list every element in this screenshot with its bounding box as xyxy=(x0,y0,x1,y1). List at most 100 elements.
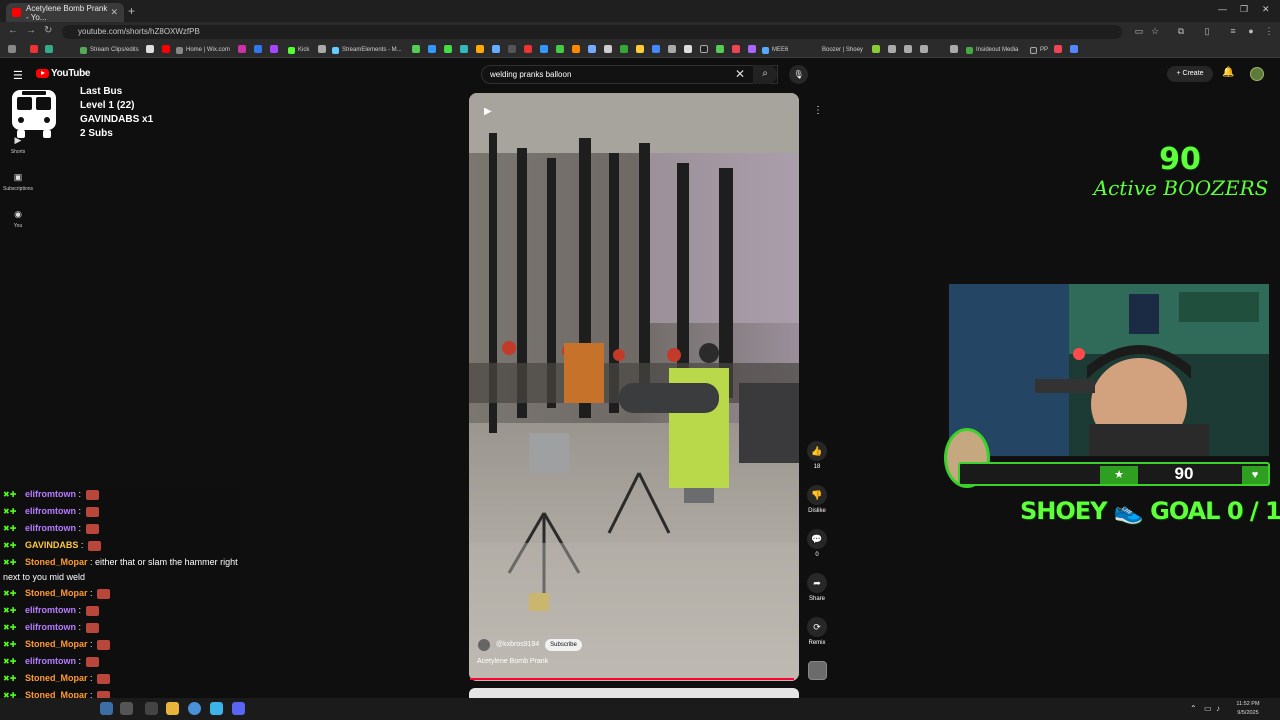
account-avatar[interactable] xyxy=(1250,67,1264,81)
bookmark-icon[interactable] xyxy=(492,45,500,53)
tiktok-icon[interactable] xyxy=(700,45,708,53)
search-input[interactable]: welding pranks balloon xyxy=(481,65,778,84)
maximize-button[interactable]: ❐ xyxy=(1240,4,1248,15)
bookmark-icon[interactable] xyxy=(732,45,740,53)
bookmark-icon[interactable] xyxy=(716,45,724,53)
taskbar-app-icon[interactable] xyxy=(210,702,223,715)
bookmark-insideout-media[interactable]: Insideout Media xyxy=(966,44,1018,56)
browser-tab[interactable]: Acetylene Bomb Prank - Yo... ✕ xyxy=(6,3,124,22)
channel-avatar[interactable] xyxy=(478,639,490,651)
taskbar-app-icon[interactable] xyxy=(120,702,133,715)
bookmark-icon[interactable] xyxy=(748,45,756,53)
bookmark-icon[interactable] xyxy=(668,45,676,53)
bookmark-icon[interactable] xyxy=(652,45,660,53)
nav-you[interactable]: ◉ You xyxy=(0,209,36,229)
like-button[interactable]: 👍 18 xyxy=(807,441,827,470)
network-icon[interactable]: ▭ xyxy=(1204,704,1212,713)
cast-icon[interactable]: ▭ xyxy=(1134,26,1144,36)
taskbar-app-icon[interactable] xyxy=(100,702,113,715)
bookmark-icon[interactable] xyxy=(684,45,692,53)
discord-icon[interactable] xyxy=(232,702,245,715)
bookmark-icon[interactable] xyxy=(872,45,880,53)
bookmark-mee6[interactable]: MEE6 xyxy=(762,44,788,56)
bookmark-star-icon[interactable]: ☆ xyxy=(1150,26,1160,36)
bookmark-icon[interactable] xyxy=(476,45,484,53)
bookmark-icon[interactable] xyxy=(920,45,928,53)
more-options-icon[interactable]: ⋮ xyxy=(813,105,823,116)
bookmark-icon[interactable] xyxy=(524,45,532,53)
chat-username[interactable]: Stoned_Mopar xyxy=(25,557,88,567)
bookmark-icon[interactable] xyxy=(318,45,326,53)
kebab-menu-icon[interactable]: ⋮ xyxy=(1264,26,1274,36)
notifications-bell-icon[interactable]: 🔔 xyxy=(1222,67,1234,78)
bookmark-icon[interactable] xyxy=(444,45,452,53)
volume-icon[interactable]: ♪ xyxy=(1216,704,1220,713)
youtube-logo[interactable]: YouTube xyxy=(36,68,91,79)
audio-thumbnail[interactable] xyxy=(808,661,827,680)
bookmark-icon[interactable] xyxy=(556,45,564,53)
menu-icon[interactable]: ≡ xyxy=(1228,26,1238,36)
sidebar-icon[interactable]: ▯ xyxy=(1202,26,1212,36)
create-button[interactable]: + Create xyxy=(1167,66,1213,82)
chat-username[interactable]: elifromtown xyxy=(25,523,76,533)
clear-search-icon[interactable]: ✕ xyxy=(735,67,745,81)
bookmark-icon[interactable] xyxy=(620,45,628,53)
bookmark-icon[interactable] xyxy=(636,45,644,53)
next-short-preview[interactable] xyxy=(469,688,799,698)
chat-username[interactable]: Stoned_Mopar xyxy=(25,588,88,598)
bookmark-stream-clips[interactable]: Stream Clips/edits xyxy=(80,44,139,56)
comments-button[interactable]: 💬 0 xyxy=(807,529,827,558)
remix-button[interactable]: ⟳ Remix xyxy=(807,617,827,646)
extensions-icon[interactable]: ⧉ xyxy=(1176,26,1186,36)
bookmark-icon[interactable] xyxy=(30,45,38,53)
subscribe-button[interactable]: Subscribe xyxy=(545,639,582,651)
bookmark-icon[interactable] xyxy=(572,45,580,53)
bookmark-kick[interactable]: Kick xyxy=(288,44,309,56)
share-button[interactable]: ➦ Share xyxy=(807,573,827,602)
play-pause-icon[interactable]: ▶ xyxy=(484,106,492,117)
voice-search-icon[interactable]: 🎙 xyxy=(789,65,808,84)
bookmark-icon[interactable] xyxy=(588,45,596,53)
taskbar-clock[interactable]: 11:52 PM 9/5/2025 xyxy=(1228,700,1268,718)
video-title[interactable]: Acetylene Bomb Prank xyxy=(477,658,548,665)
chat-username[interactable]: elifromtown xyxy=(25,506,76,516)
search-button[interactable]: ⌕ xyxy=(753,65,777,84)
shorts-video-player[interactable] xyxy=(469,93,799,681)
forward-icon[interactable]: → xyxy=(26,25,36,36)
apps-icon[interactable] xyxy=(8,45,16,53)
bookmark-icon[interactable] xyxy=(540,45,548,53)
bookmark-icon[interactable] xyxy=(1054,45,1062,53)
file-explorer-icon[interactable] xyxy=(166,702,179,715)
reload-icon[interactable]: ↻ xyxy=(44,25,52,36)
close-window-button[interactable]: ✕ xyxy=(1262,4,1270,15)
url-field[interactable]: youtube.com/shorts/hZ8OXWzfPB xyxy=(62,25,1122,39)
bookmark-icon[interactable] xyxy=(1070,45,1078,53)
bookmark-icon[interactable] xyxy=(508,45,516,53)
chat-username[interactable]: elifromtown xyxy=(25,656,76,666)
bookmark-wix[interactable]: Home | Wix.com xyxy=(176,44,230,56)
bookmark-icon[interactable] xyxy=(412,45,420,53)
chat-username[interactable]: elifromtown xyxy=(25,605,76,615)
chrome-icon[interactable] xyxy=(188,702,201,715)
minimize-button[interactable]: — xyxy=(1218,4,1227,14)
dislike-button[interactable]: 👎 Dislike xyxy=(807,485,827,514)
chat-username[interactable]: GAVINDABS xyxy=(25,540,78,550)
taskbar-app-icon[interactable] xyxy=(145,702,158,715)
instagram-icon[interactable] xyxy=(238,45,246,53)
bookmark-pp[interactable]: PP xyxy=(1030,44,1048,56)
bookmark-icon[interactable] xyxy=(45,45,53,53)
new-tab-button[interactable]: + xyxy=(128,4,135,18)
bookmark-streamelements[interactable]: StreamElements - M... xyxy=(332,44,402,56)
bookmark-icon[interactable] xyxy=(904,45,912,53)
bookmark-icon[interactable] xyxy=(604,45,612,53)
bookmark-icon[interactable] xyxy=(950,45,958,53)
chat-username[interactable]: Stoned_Mopar xyxy=(25,673,88,683)
tray-chevron-icon[interactable]: ⌃ xyxy=(1190,704,1197,713)
tab-close-icon[interactable]: ✕ xyxy=(110,7,118,18)
video-progress-bar[interactable] xyxy=(470,678,794,680)
chat-username[interactable]: elifromtown xyxy=(25,622,76,632)
youtube-icon[interactable] xyxy=(162,45,170,53)
bookmark-icon[interactable] xyxy=(888,45,896,53)
x-icon[interactable] xyxy=(146,45,154,53)
twitch-icon[interactable] xyxy=(270,45,278,53)
